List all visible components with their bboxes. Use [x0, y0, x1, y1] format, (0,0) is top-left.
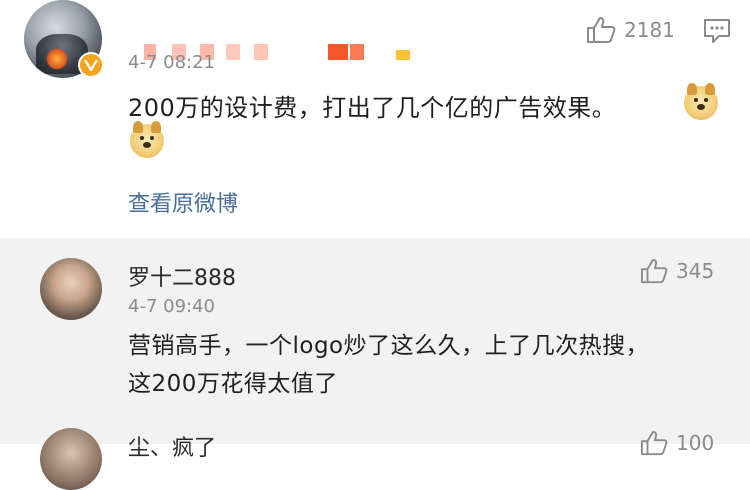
- reply-username[interactable]: 罗十二888: [128, 260, 236, 292]
- doge-emoji-icon: [130, 121, 164, 158]
- thumbs-up-icon: [641, 430, 668, 456]
- reply-timestamp: 4-7 09:40: [128, 296, 215, 317]
- thumbs-up-icon: [641, 258, 668, 284]
- view-original-link[interactable]: 查看原微博: [128, 186, 238, 218]
- like-button[interactable]: 2181: [586, 16, 675, 44]
- like-count: 345: [676, 259, 715, 283]
- thumbs-up-icon: [587, 17, 616, 43]
- avatar[interactable]: [40, 258, 102, 320]
- username-redacted[interactable]: [128, 20, 428, 60]
- verified-v-icon: [78, 52, 104, 78]
- comment-timestamp: 4-7 08:21: [128, 52, 215, 73]
- comment-button[interactable]: [703, 18, 731, 48]
- avatar[interactable]: [40, 428, 102, 490]
- like-count: 100: [676, 431, 715, 455]
- reply-text-line2: 这200万花得太值了: [128, 371, 338, 397]
- like-button[interactable]: 100: [640, 430, 714, 456]
- reply-username[interactable]: 尘、疯了: [128, 430, 216, 462]
- like-count: 2181: [624, 18, 675, 42]
- reply-text-line1: 营销高手，一个logo炒了这么久，上了几次热搜，: [128, 333, 650, 359]
- comment-text: 200万的设计费，打出了几个亿的广告效果。: [128, 94, 617, 122]
- like-button[interactable]: 345: [640, 258, 714, 284]
- doge-emoji-icon: [684, 83, 718, 120]
- comment-icon: [704, 19, 730, 43]
